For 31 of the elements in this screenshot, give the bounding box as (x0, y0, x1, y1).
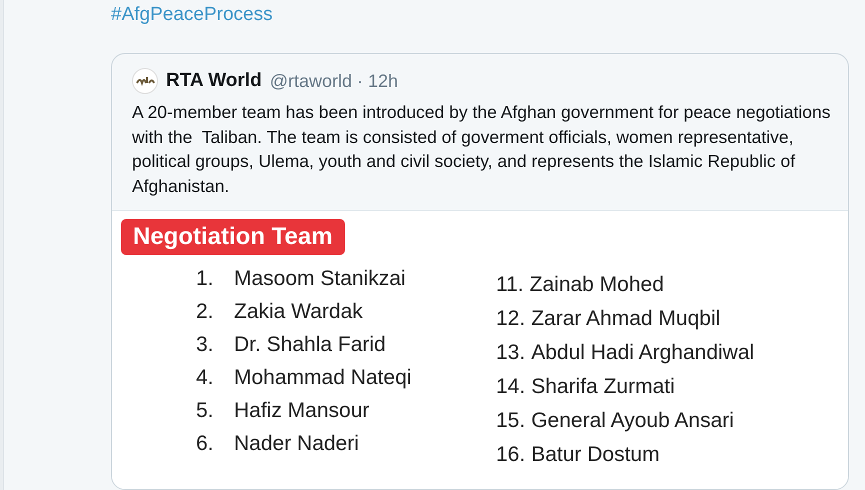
member-name: Sharifa Zurmati (531, 374, 675, 400)
logo-icon (132, 68, 158, 94)
member-name: Batur Dostum (531, 442, 660, 468)
list-number: 5. (196, 398, 215, 424)
list-number: 3. (196, 332, 215, 358)
list-number: 16. (496, 442, 526, 468)
member-name: Zainab Mohed (530, 272, 664, 298)
member-name: Dr. Shahla Farid (234, 332, 386, 358)
author-handle: @rtaworld · 12h (270, 70, 398, 92)
list-number: 11. (496, 272, 524, 298)
member-name: Abdul Hadi Arghandiwal (531, 340, 754, 366)
author-name: RTA World (166, 70, 262, 92)
member-name: Zarar Ahmad Muqbil (531, 306, 720, 332)
quoted-tweet-card[interactable] (111, 53, 849, 490)
list-number: 13. (496, 340, 526, 366)
list-number: 4. (196, 365, 215, 391)
hashtag-link[interactable]: #AfgPeaceProcess (111, 2, 273, 28)
list-number: 15. (496, 408, 526, 434)
list-number: 12. (496, 306, 526, 332)
image-title: Negotiation Team (121, 219, 345, 255)
list-number: 1. (196, 266, 215, 292)
member-name: General Ayoub Ansari (531, 408, 734, 434)
member-name: Zakia Wardak (234, 299, 363, 325)
member-name: Masoom Stanikzai (234, 266, 406, 292)
member-name: Mohammad Nateqi (234, 365, 412, 391)
member-name: Nader Naderi (234, 431, 359, 457)
member-name: Hafiz Mansour (234, 398, 370, 424)
list-number: 14. (496, 374, 526, 400)
list-number: 2. (196, 299, 215, 325)
tweet-text: A 20-member team has been introduced by the Afghan government for peace negotiations with the Taliban. The team is consisted of goverment officials, women representative, political groups, Ulema, youth and civil society, and represents the Islamic Republic of Afghanistan. (131, 101, 832, 198)
list-number: 6. (196, 431, 215, 457)
